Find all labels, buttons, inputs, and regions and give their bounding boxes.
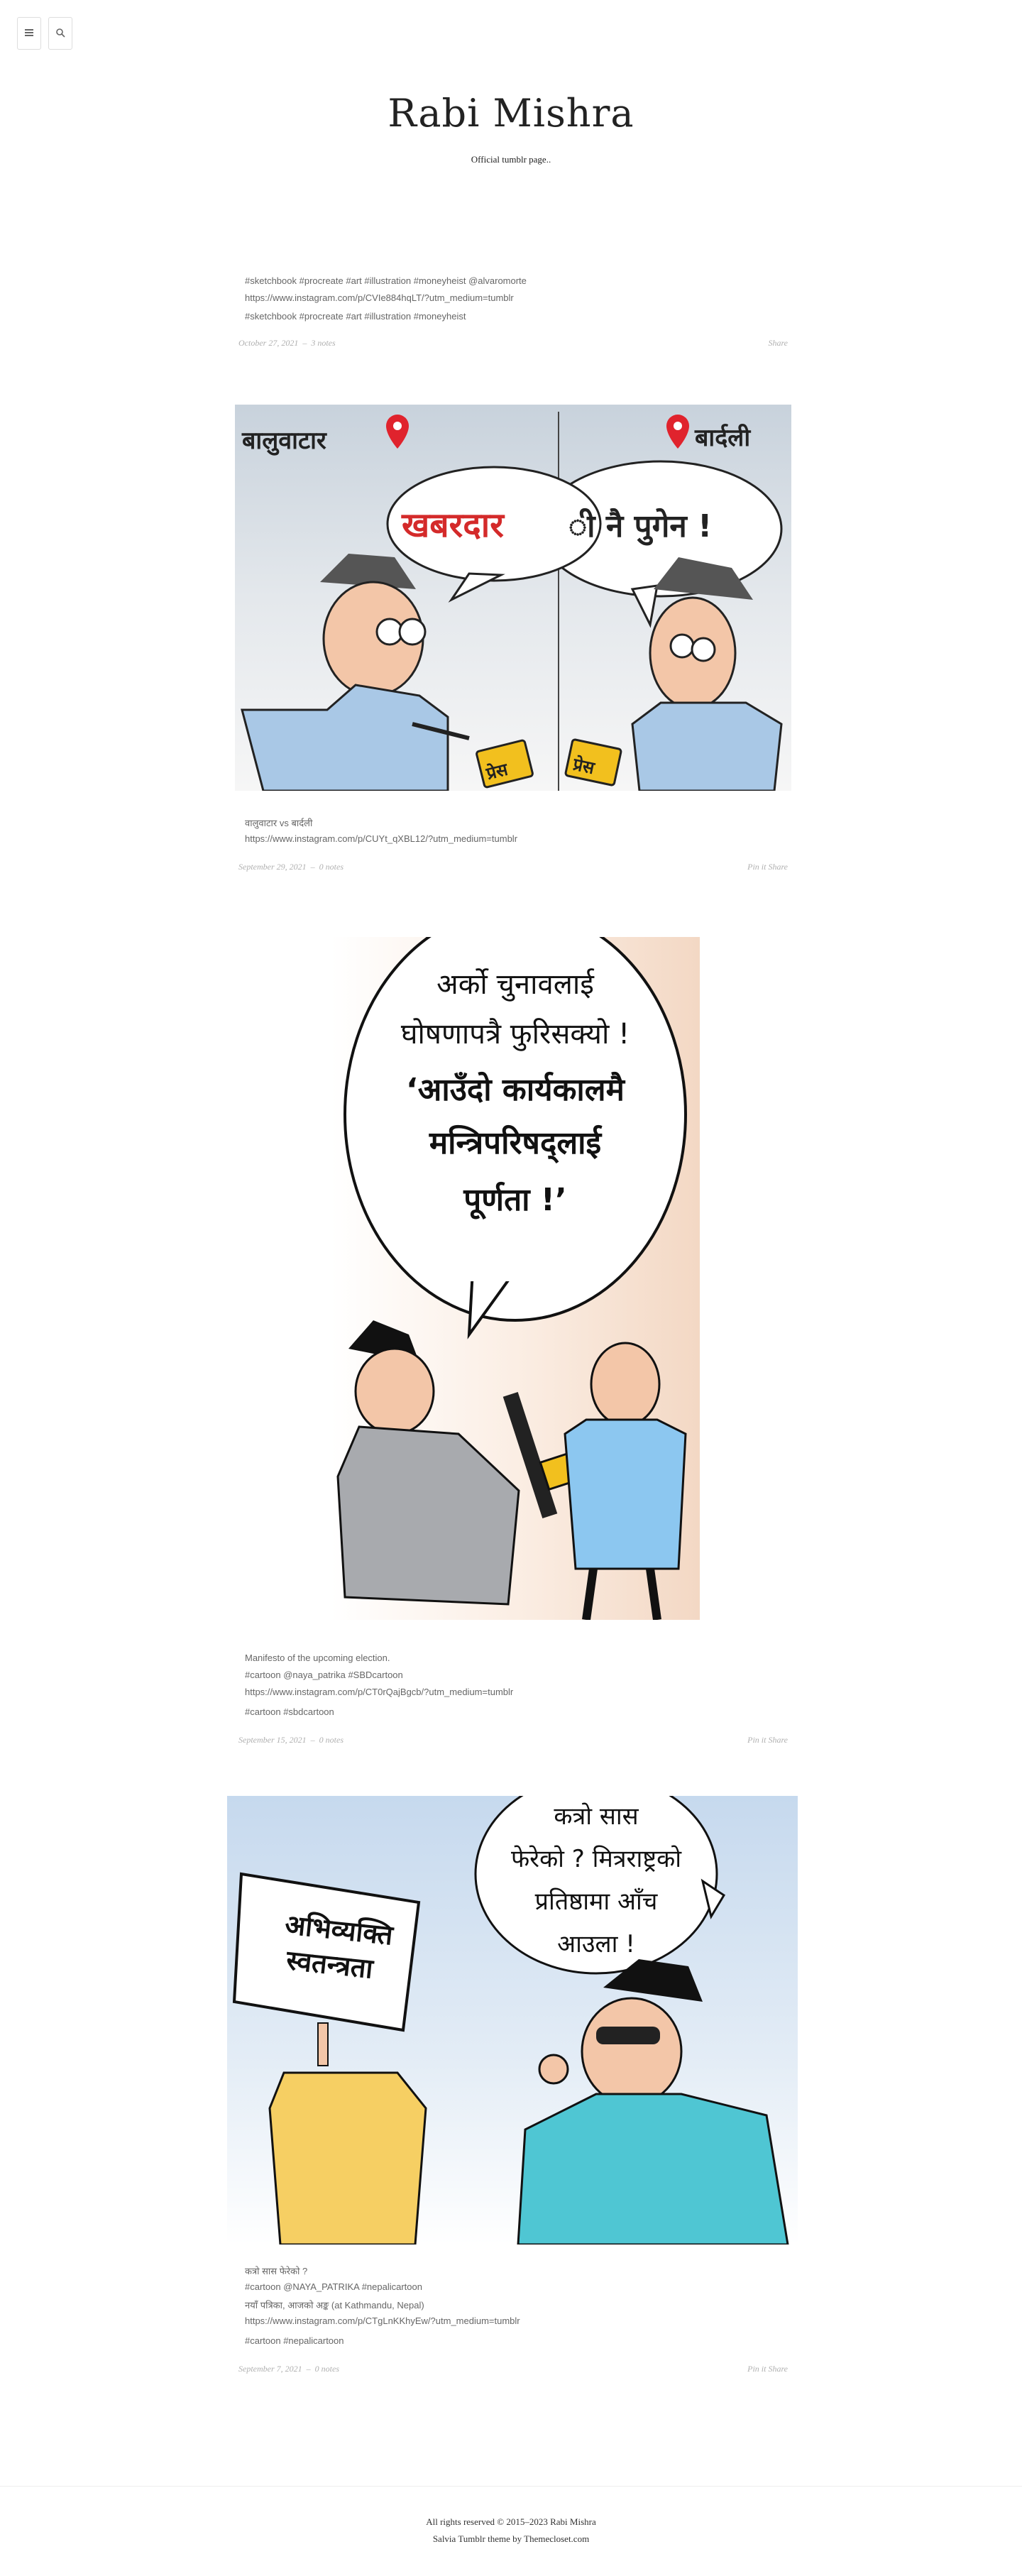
post-image[interactable]: बालुवाटार बार्दली खबरदार ी नै पुगेन ! प्… xyxy=(235,405,791,791)
post-caption-line: नयाँ पत्रिका, आजको अङ्क (at Kathmandu, N… xyxy=(245,2300,424,2311)
post-caption-line: कत्रो सास फेरेको ? xyxy=(245,2266,308,2276)
post-link[interactable]: https://www.instagram.com/p/CTgLnKKhyEw/… xyxy=(245,2315,520,2326)
post-actions[interactable]: Pin it Share xyxy=(747,1735,788,1745)
post-meta: September 29, 2021–0 notes Pin it Share xyxy=(238,862,788,872)
post-image[interactable]: अर्को चुनावलाई घोषणापत्रै फुरिसक्यो ! ‘आ… xyxy=(331,937,700,1620)
search-button[interactable] xyxy=(48,17,72,50)
post-caption-line: #cartoon @naya_patrika #SBDcartoon xyxy=(245,1670,403,1680)
bubble-line: घोषणापत्रै फुरिसक्यो ! xyxy=(401,1018,630,1051)
post-actions[interactable]: Share xyxy=(768,338,788,349)
post-date[interactable]: October 27, 2021 xyxy=(238,338,298,348)
post-date[interactable]: September 7, 2021 xyxy=(238,2364,302,2374)
bubble-line: ‘आउँदो कार्यकालमै xyxy=(406,1071,626,1108)
page-footer: All rights reserved © 2015–2023 Rabi Mis… xyxy=(0,2486,1022,2548)
theme-credit-link[interactable]: Salvia Tumblr theme by Themecloset.com xyxy=(0,2531,1022,2548)
post-meta: October 27, 2021–3 notes Share xyxy=(238,338,788,349)
post-caption-line: #cartoon @NAYA_PATRIKA #nepalicartoon xyxy=(245,2281,422,2292)
post-notes[interactable]: 0 notes xyxy=(319,862,344,872)
blog-description: Official tumblr page.. xyxy=(471,154,551,165)
post-actions[interactable]: Pin it Share xyxy=(747,2364,788,2374)
post-meta: September 15, 2021–0 notes Pin it Share xyxy=(238,1735,788,1745)
bubble-line: अर्को चुनावलाई xyxy=(436,968,595,1002)
post-image[interactable]: कत्रो सास फेरेको ? मित्रराष्ट्रको प्रतिष… xyxy=(227,1796,798,2245)
bubble-line: प्रतिष्ठामा आँच xyxy=(535,1887,659,1916)
post-date[interactable]: September 29, 2021 xyxy=(238,862,307,872)
post-tags[interactable]: #sketchbook #procreate #art #illustratio… xyxy=(245,311,466,322)
post-meta: September 7, 2021–0 notes Pin it Share xyxy=(238,2364,788,2374)
bubble-left-text: खबरदार xyxy=(401,505,505,545)
bubble-line: फेरेको ? मित्रराष्ट्रको xyxy=(511,1845,682,1873)
post-caption-line: वालुवाटार vs बार्दली xyxy=(245,818,313,828)
search-icon xyxy=(55,26,65,41)
post-notes[interactable]: 0 notes xyxy=(315,2364,339,2374)
post-notes[interactable]: 3 notes xyxy=(311,338,335,348)
copyright-text: All rights reserved © 2015–2023 Rabi Mis… xyxy=(426,2516,596,2527)
post-date[interactable]: September 15, 2021 xyxy=(238,1735,307,1745)
post-link[interactable]: https://www.instagram.com/p/CVIe884hqLT/… xyxy=(245,292,514,303)
post-link[interactable]: https://www.instagram.com/p/CT0rQajBgcb/… xyxy=(245,1687,513,1697)
menu-icon xyxy=(24,26,34,41)
bubble-line: पूर्णता !’ xyxy=(463,1181,566,1220)
bubble-line: आउला ! xyxy=(557,1930,635,1958)
post-actions[interactable]: Pin it Share xyxy=(747,862,788,872)
top-toolbar xyxy=(17,17,72,50)
post-tags[interactable]: #cartoon #sbdcartoon xyxy=(245,1706,334,1717)
bubble-line: मन्त्रिपरिषद्लाई xyxy=(429,1124,603,1164)
left-location-label: बालुवाटार xyxy=(241,427,327,456)
post-notes[interactable]: 0 notes xyxy=(319,1735,344,1745)
post-caption-line: Manifesto of the upcoming election. xyxy=(245,1653,390,1663)
post-caption-line: #sketchbook #procreate #art #illustratio… xyxy=(245,275,527,286)
bubble-line: कत्रो सास xyxy=(554,1802,639,1831)
bubble-right-text: ी नै पुगेन ! xyxy=(568,508,712,546)
post-link[interactable]: https://www.instagram.com/p/CUYt_qXBL12/… xyxy=(245,833,517,844)
post-tags[interactable]: #cartoon #nepalicartoon xyxy=(245,2335,344,2346)
blog-title[interactable]: Rabi Mishra xyxy=(0,91,1022,136)
blog-header: Rabi Mishra Official tumblr page.. xyxy=(0,91,1022,165)
menu-button[interactable] xyxy=(17,17,41,50)
right-location-label: बार्दली xyxy=(694,423,751,452)
